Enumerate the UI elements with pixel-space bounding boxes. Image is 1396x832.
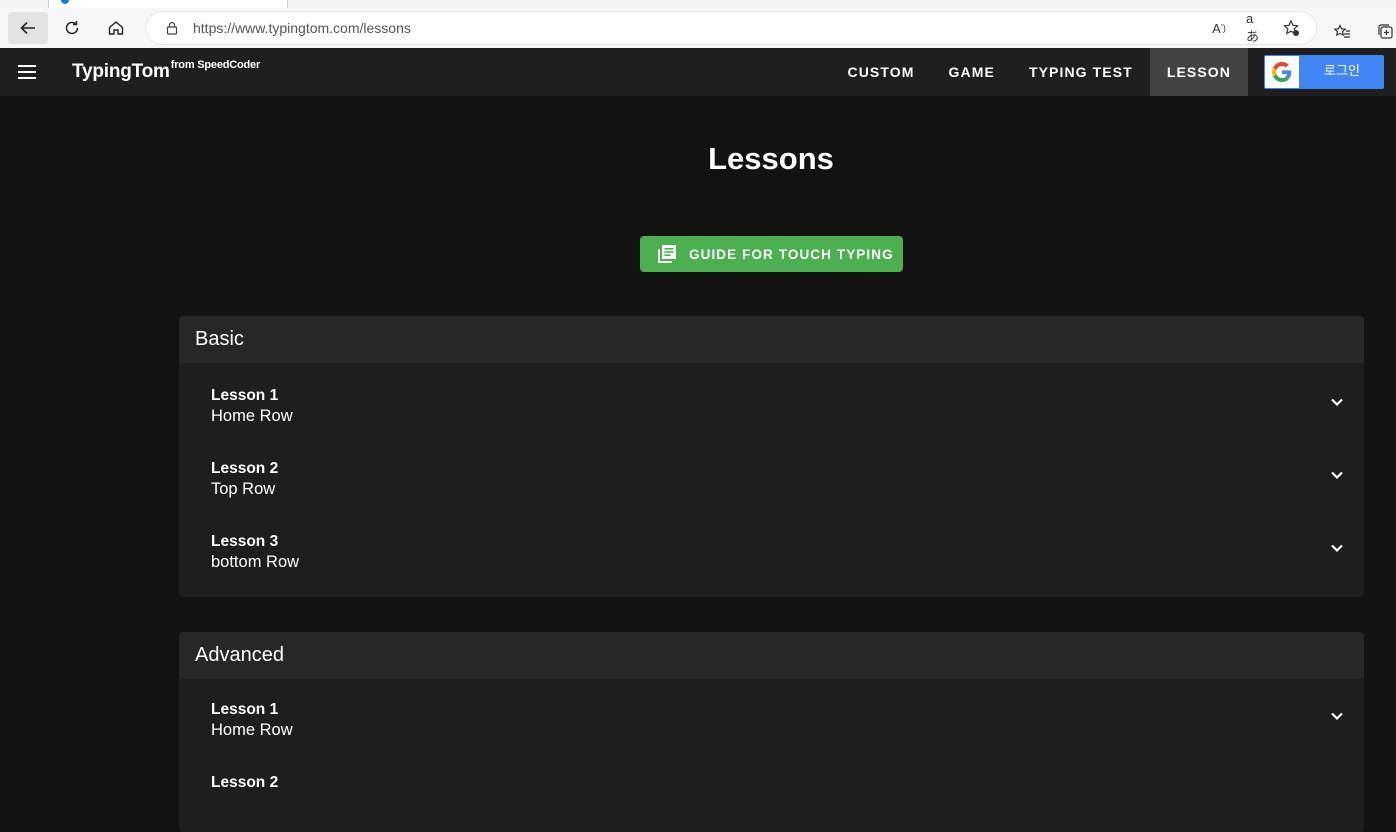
lesson-item[interactable]: Lesson 2 [179,750,1364,823]
lesson-number: Lesson 1 [211,387,279,404]
section-basic: Basic Lesson 1 Home Row Lesson 2 Top Row… [179,316,1364,597]
section-header: Basic [179,316,1364,363]
browser-toolbar: https://www.typingtom.com/lessons A ʼ) aあ [0,8,1396,49]
address-bar[interactable]: https://www.typingtom.com/lessons A ʼ) aあ [146,11,1316,44]
login-label: 로그인 [1324,63,1360,78]
read-aloud-icon[interactable]: A ʼ) [1210,19,1228,37]
guide-button-label: GUIDE FOR TOUCH TYPING [689,246,894,262]
translate-icon[interactable]: aあ [1246,11,1264,44]
chevron-down-icon[interactable] [1330,470,1344,480]
lesson-title: Home Row [211,407,293,425]
chevron-down-icon[interactable] [1330,711,1344,721]
library-books-icon [658,245,676,263]
nav-game[interactable]: GAME [932,48,1012,96]
guide-touch-typing-button[interactable]: GUIDE FOR TOUCH TYPING [640,236,903,272]
refresh-button[interactable] [52,12,92,44]
home-icon [108,21,124,35]
brand-sup: from SpeedCoder [170,59,261,71]
browser-tab[interactable] [48,0,288,8]
lesson-title: Top Row [211,480,276,498]
nav-typing-test[interactable]: TYPING TEST [1012,48,1150,96]
back-arrow-icon [20,21,35,35]
section-header: Advanced [179,632,1364,679]
tab-favicon-icon [61,0,69,4]
lesson-title: bottom Row [211,553,300,571]
collections-button[interactable] [1366,16,1396,48]
add-favorite-icon[interactable] [1282,19,1300,37]
app-bar: TypingTomfrom SpeedCoder CUSTOM GAME TYP… [0,48,1396,96]
favorites-icon [1333,24,1350,38]
brand-logo[interactable]: TypingTomfrom SpeedCoder [72,59,261,83]
lock-icon [166,21,178,35]
lesson-number: Lesson 3 [211,533,279,550]
google-logo-icon [1265,56,1299,88]
lesson-item[interactable]: Lesson 1 Home Row [179,363,1364,436]
browser-tab-strip [0,0,1396,8]
main-nav: CUSTOM GAME TYPING TEST LESSON [831,48,1248,96]
lesson-title: Home Row [211,721,293,739]
page-title: Lessons [708,141,834,176]
url-text: https://www.typingtom.com/lessons [193,20,411,36]
lesson-number: Lesson 1 [211,701,279,718]
chevron-down-icon[interactable] [1330,543,1344,553]
nav-custom[interactable]: CUSTOM [831,48,932,96]
lesson-number: Lesson 2 [211,774,279,791]
chevron-down-icon[interactable] [1330,397,1344,407]
lesson-item[interactable]: Lesson 1 Home Row [179,677,1364,750]
lesson-item[interactable]: Lesson 2 Top Row [179,436,1364,509]
google-login-button[interactable]: 로그인 [1264,55,1384,89]
lesson-item[interactable]: Lesson 3 bottom Row [179,509,1364,582]
section-advanced: Advanced Lesson 1 Home Row Lesson 2 [179,632,1364,832]
brand-name: TypingTom [72,61,170,82]
favorites-button[interactable] [1322,16,1362,48]
menu-icon[interactable] [16,62,40,82]
refresh-icon [65,21,79,35]
back-button[interactable] [8,12,48,44]
lesson-number: Lesson 2 [211,460,279,477]
home-button[interactable] [96,12,136,44]
nav-lesson[interactable]: LESSON [1149,48,1248,96]
collections-icon [1378,24,1393,39]
